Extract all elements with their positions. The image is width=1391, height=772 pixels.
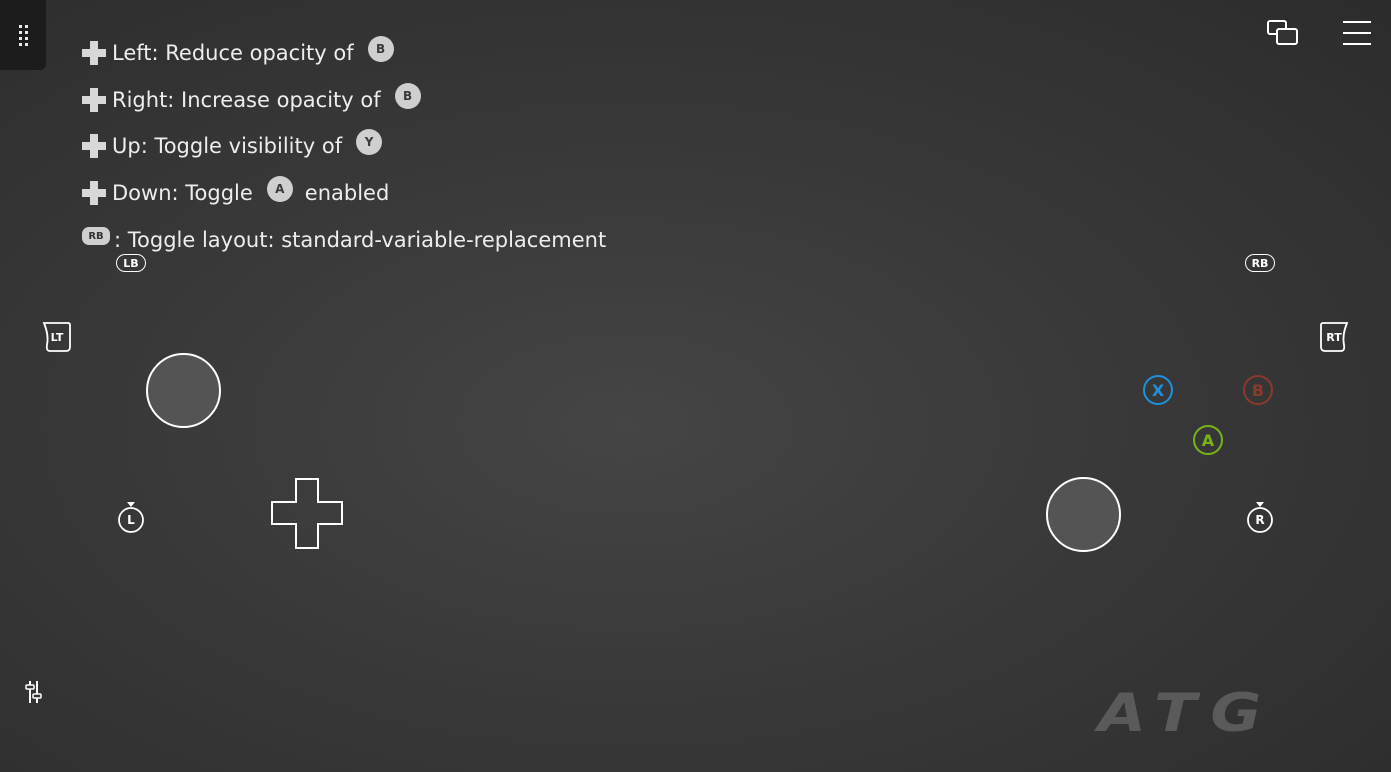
drag-handle-icon	[18, 24, 28, 46]
b-button-chip-icon: B	[367, 36, 394, 62]
a-button-chip-icon: A	[266, 176, 293, 202]
settings-button[interactable]	[24, 680, 44, 704]
rb-button[interactable]: RB	[1245, 254, 1275, 272]
hamburger-menu-icon	[1343, 21, 1371, 45]
left-stick-click-button[interactable]: L	[116, 500, 146, 534]
hint-text: Down: Toggle	[112, 181, 253, 205]
brand-logo: ATG	[1098, 681, 1276, 744]
hint-text: : Toggle layout: standard-variable-repla…	[114, 228, 607, 252]
lt-trigger[interactable]: LT	[42, 321, 72, 353]
hint-right: Right: Increase opacity of B	[82, 83, 435, 115]
hint-text: Up: Toggle visibility of	[112, 134, 343, 158]
rt-trigger[interactable]: RT	[1319, 321, 1349, 353]
hint-up: Up: Toggle visibility of Y	[82, 129, 396, 161]
b-button[interactable]: B	[1243, 375, 1273, 405]
dpad-icon	[271, 478, 343, 549]
left-stick-click-label: L	[127, 513, 135, 527]
rb-chip-icon: RB	[82, 227, 110, 245]
right-stick-click-button[interactable]: R	[1245, 500, 1275, 534]
b-button-chip-icon: B	[394, 83, 421, 109]
x-button[interactable]: X	[1143, 375, 1173, 405]
hint-down: Down: Toggle A enabled	[82, 176, 390, 208]
hint-left: Left: Reduce opacity of B	[82, 36, 408, 68]
window-switch-button[interactable]	[1266, 18, 1300, 48]
a-button[interactable]: A	[1193, 425, 1223, 455]
drag-handle-tab[interactable]	[0, 0, 46, 70]
dpad-icon	[82, 134, 106, 158]
window-switch-icon	[1267, 20, 1298, 45]
lt-label: LT	[50, 330, 64, 344]
dpad[interactable]	[270, 478, 344, 550]
settings-sliders-icon	[25, 681, 42, 703]
hint-suffix: enabled	[304, 181, 390, 205]
hint-layout: RB : Toggle layout: standard-variable-re…	[82, 225, 606, 255]
dpad-icon	[82, 88, 106, 112]
dpad-icon	[82, 41, 106, 65]
lb-button[interactable]: LB	[116, 254, 146, 272]
dpad-icon	[82, 181, 106, 205]
left-stick[interactable]	[146, 353, 221, 428]
hint-text: Left: Reduce opacity of	[112, 41, 354, 65]
rt-label: RT	[1326, 330, 1342, 344]
menu-button[interactable]	[1342, 19, 1372, 47]
y-button-chip-icon: Y	[356, 129, 383, 155]
hint-text: Right: Increase opacity of	[112, 88, 381, 112]
right-stick[interactable]	[1046, 477, 1121, 552]
right-stick-click-label: R	[1255, 513, 1265, 527]
